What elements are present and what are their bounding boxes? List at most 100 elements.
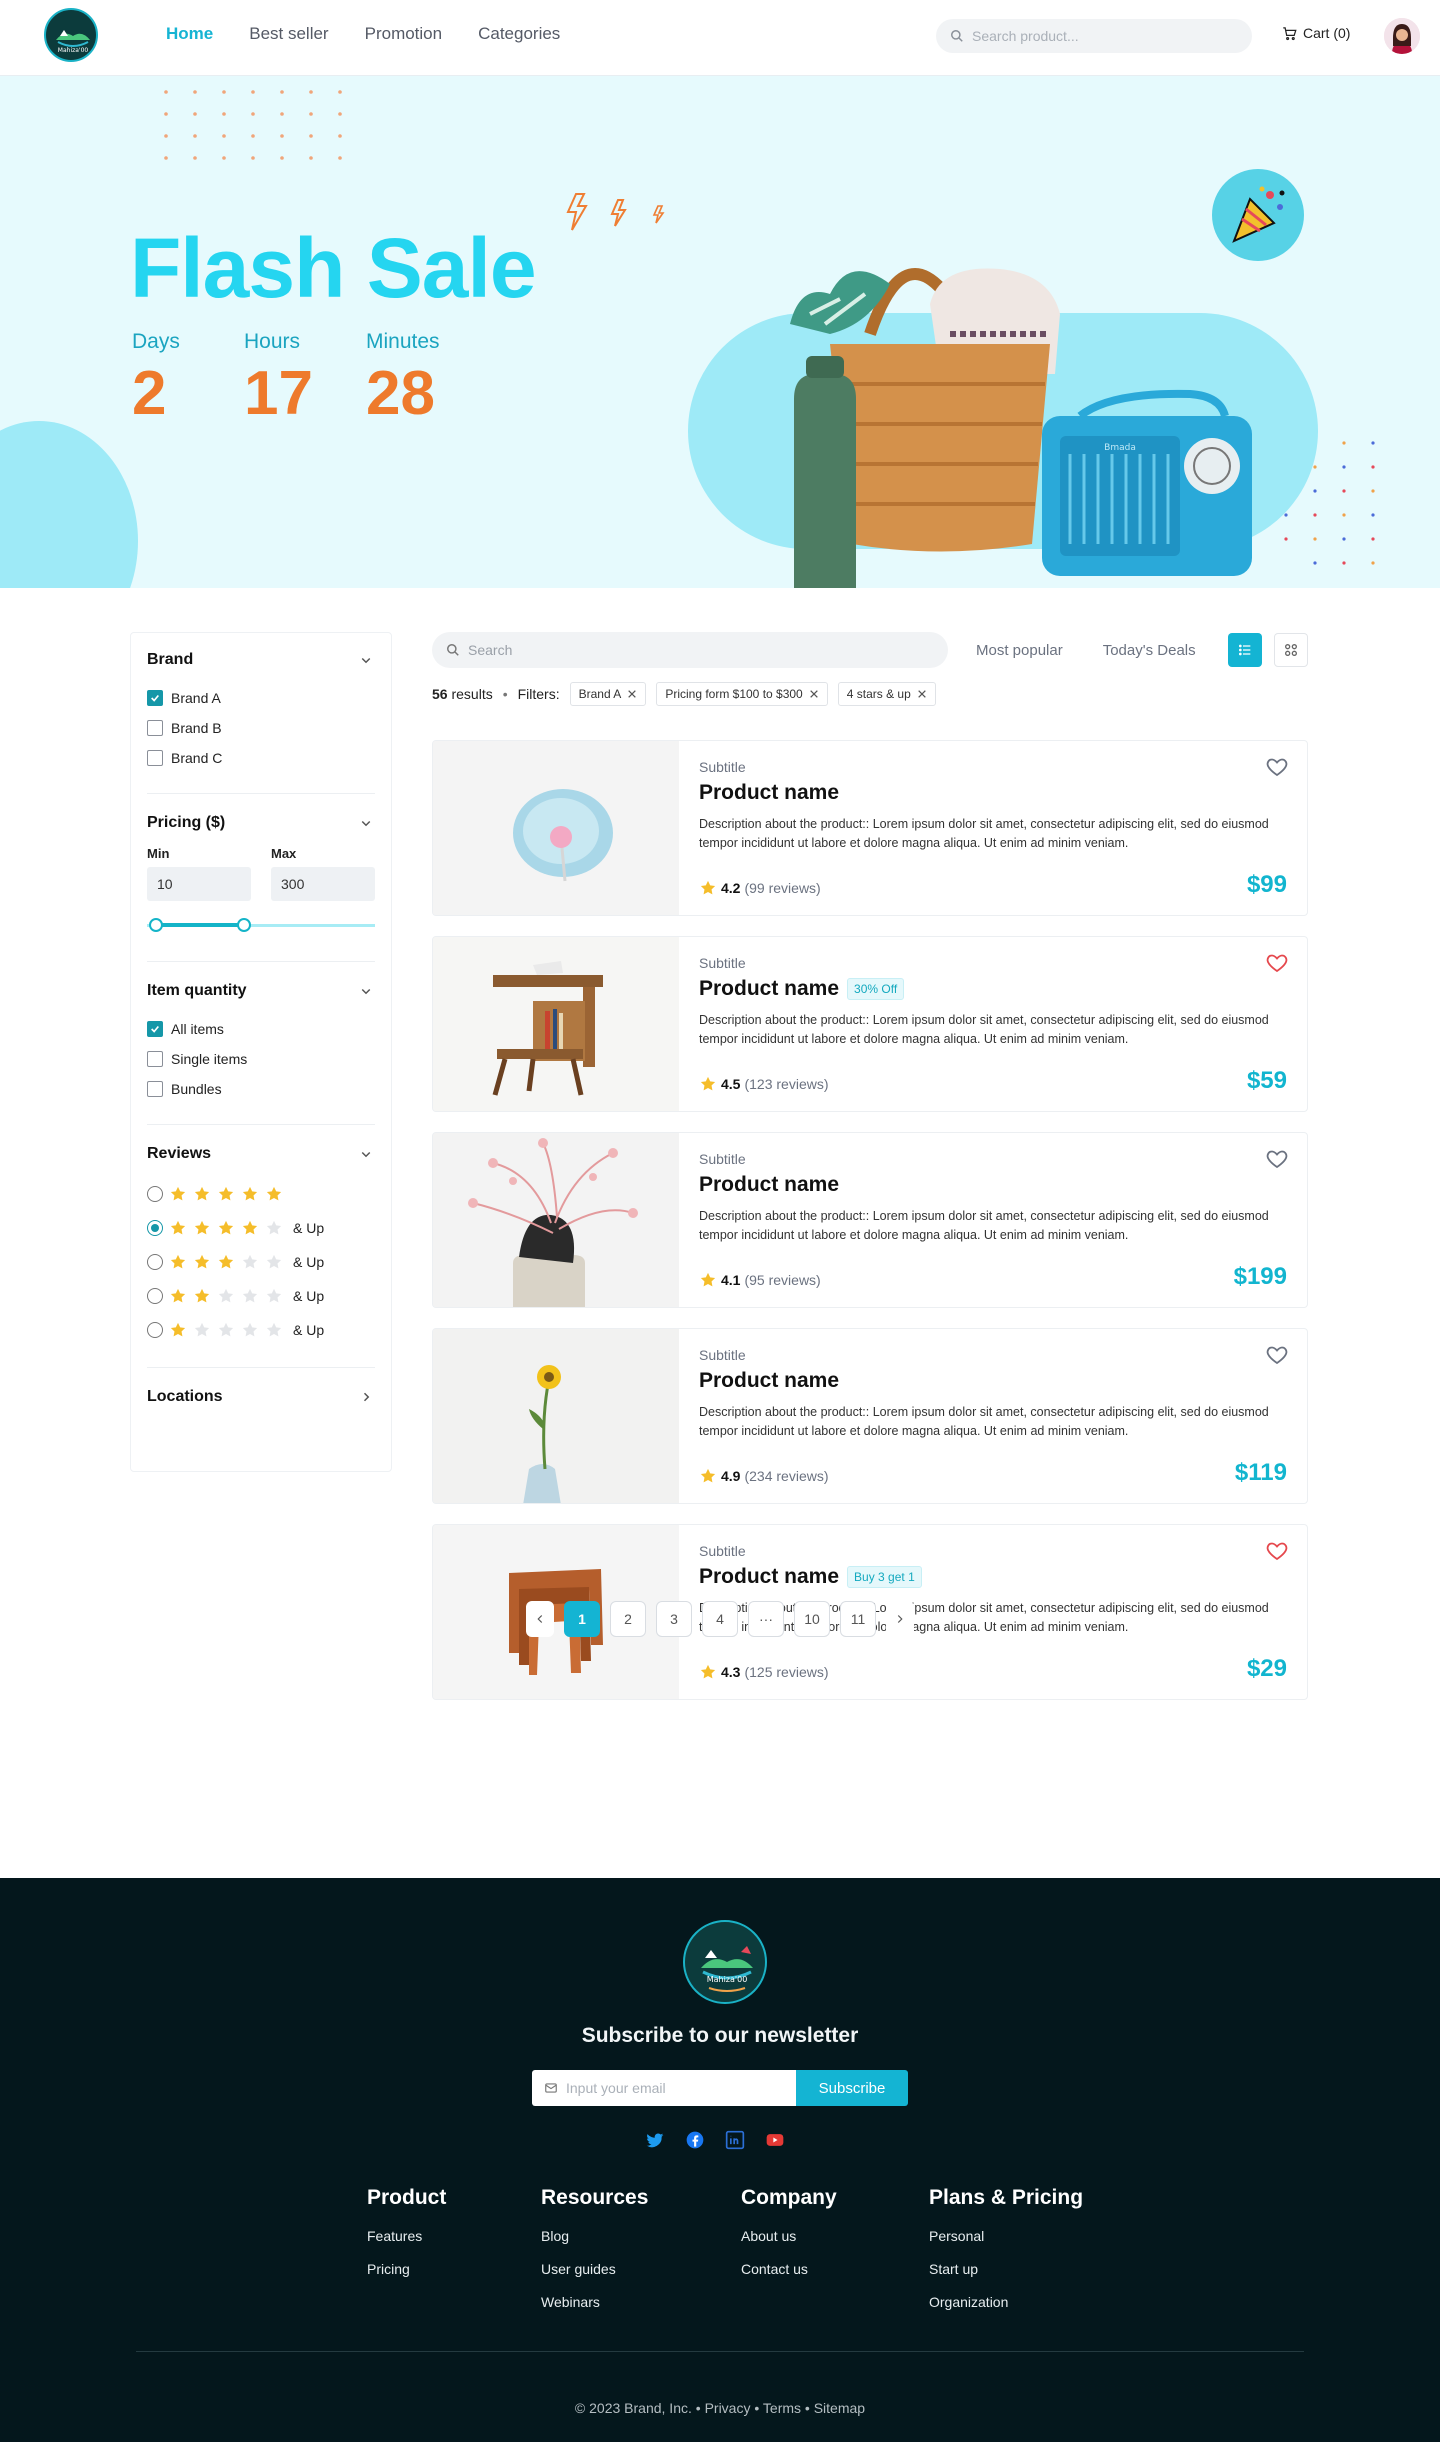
- product-card[interactable]: Subtitle Product name Description about …: [432, 740, 1308, 916]
- checkbox[interactable]: [147, 1051, 163, 1067]
- footer-link[interactable]: Webinars: [541, 2294, 741, 2310]
- checkbox-checked[interactable]: [147, 690, 163, 706]
- facebook-icon[interactable]: [685, 2130, 705, 2150]
- subscribe-button[interactable]: Subscribe: [796, 2070, 908, 2106]
- list-view-button[interactable]: [1228, 633, 1262, 667]
- slider-min-handle[interactable]: [149, 918, 163, 932]
- footer-link[interactable]: Features: [367, 2228, 541, 2244]
- next-page-button[interactable]: [886, 1601, 914, 1637]
- prev-page-button[interactable]: [526, 1601, 554, 1637]
- filter-chip[interactable]: 4 stars & up: [837, 682, 936, 706]
- privacy-link[interactable]: Privacy: [705, 2400, 751, 2416]
- product-card[interactable]: Subtitle Product name Description about …: [432, 1328, 1308, 1504]
- close-icon[interactable]: [917, 689, 927, 699]
- checkbox[interactable]: [147, 720, 163, 736]
- product-name[interactable]: Product name: [699, 781, 839, 805]
- page-button[interactable]: 2: [610, 1601, 646, 1637]
- radio[interactable]: [147, 1322, 163, 1338]
- product-card[interactable]: Subtitle Product name Description about …: [432, 1132, 1308, 1308]
- review-option-4-stars[interactable]: & Up: [147, 1211, 375, 1245]
- page-button[interactable]: 3: [656, 1601, 692, 1637]
- grid-view-button[interactable]: [1274, 633, 1308, 667]
- pricing-filter-header[interactable]: Pricing ($): [147, 814, 375, 832]
- footer-link[interactable]: Pricing: [367, 2261, 541, 2277]
- brand-filter-header[interactable]: Brand: [147, 651, 375, 669]
- review-option-1-stars[interactable]: & Up: [147, 1313, 375, 1347]
- tab-most-popular[interactable]: Most popular: [976, 642, 1063, 659]
- product-image[interactable]: [433, 1133, 679, 1307]
- page-button[interactable]: 1: [564, 1601, 600, 1637]
- reviews-filter-header[interactable]: Reviews: [147, 1145, 375, 1163]
- filters-label: Filters:: [517, 686, 560, 702]
- footer-link[interactable]: Blog: [541, 2228, 741, 2244]
- heart-icon[interactable]: [1265, 951, 1289, 975]
- close-icon[interactable]: [627, 689, 637, 699]
- page-button[interactable]: 4: [702, 1601, 738, 1637]
- checkbox-checked[interactable]: [147, 1021, 163, 1037]
- checkbox[interactable]: [147, 1081, 163, 1097]
- nav-home[interactable]: Home: [166, 24, 213, 44]
- radio[interactable]: [147, 1220, 163, 1236]
- header-search-input[interactable]: [972, 28, 1232, 44]
- product-image[interactable]: [433, 1329, 679, 1503]
- single-items-checkbox[interactable]: Single items: [147, 1044, 375, 1074]
- product-name[interactable]: Product name: [699, 1173, 839, 1197]
- review-option-5-stars[interactable]: [147, 1177, 375, 1211]
- footer-link[interactable]: User guides: [541, 2261, 741, 2277]
- youtube-icon[interactable]: [765, 2130, 785, 2150]
- product-image[interactable]: [433, 937, 679, 1111]
- footer-link[interactable]: Personal: [929, 2228, 1089, 2244]
- heart-icon[interactable]: [1265, 1147, 1289, 1171]
- avatar[interactable]: [1384, 18, 1420, 54]
- bundles-checkbox[interactable]: Bundles: [147, 1074, 375, 1104]
- review-option-3-stars[interactable]: & Up: [147, 1245, 375, 1279]
- filter-chip[interactable]: Pricing form $100 to $300: [656, 682, 828, 706]
- brand-filter: Brand Brand A Brand B Brand C: [147, 651, 375, 794]
- sitemap-link[interactable]: Sitemap: [814, 2400, 865, 2416]
- page-button[interactable]: 11: [840, 1601, 876, 1637]
- product-name[interactable]: Product name: [699, 977, 839, 1001]
- newsletter-email-input[interactable]: [566, 2080, 786, 2096]
- footer-link[interactable]: Start up: [929, 2261, 1089, 2277]
- nav-categories[interactable]: Categories: [478, 24, 560, 44]
- min-price-input[interactable]: 10: [147, 867, 251, 901]
- footer-link[interactable]: About us: [741, 2228, 929, 2244]
- radio[interactable]: [147, 1186, 163, 1202]
- terms-link[interactable]: Terms: [763, 2400, 801, 2416]
- nav-promotion[interactable]: Promotion: [365, 24, 442, 44]
- heart-icon[interactable]: [1265, 755, 1289, 779]
- product-image[interactable]: [433, 741, 679, 915]
- heart-icon[interactable]: [1265, 1539, 1289, 1563]
- footer-link[interactable]: Contact us: [741, 2261, 929, 2277]
- results-search-input[interactable]: [468, 642, 908, 658]
- tab-todays-deals[interactable]: Today's Deals: [1103, 642, 1196, 659]
- all-items-checkbox[interactable]: All items: [147, 1014, 375, 1044]
- brand-c-checkbox[interactable]: Brand C: [147, 743, 375, 773]
- max-price-input[interactable]: 300: [271, 867, 375, 901]
- review-option-2-stars[interactable]: & Up: [147, 1279, 375, 1313]
- footer-link[interactable]: Organization: [929, 2294, 1089, 2310]
- quantity-filter-header[interactable]: Item quantity: [147, 982, 375, 1000]
- slider-max-handle[interactable]: [237, 918, 251, 932]
- linkedin-icon[interactable]: [725, 2130, 745, 2150]
- product-name[interactable]: Product name: [699, 1369, 839, 1393]
- product-name[interactable]: Product name: [699, 1565, 839, 1589]
- heart-icon[interactable]: [1265, 1343, 1289, 1367]
- nav-best-seller[interactable]: Best seller: [249, 24, 328, 44]
- brand-a-checkbox[interactable]: Brand A: [147, 683, 375, 713]
- locations-filter-header[interactable]: Locations: [147, 1388, 375, 1406]
- radio[interactable]: [147, 1288, 163, 1304]
- filter-chip[interactable]: Brand A: [569, 682, 647, 706]
- footer-logo[interactable]: Mahiza'00: [683, 1920, 767, 2004]
- price-range-slider[interactable]: [147, 911, 375, 941]
- brand-logo[interactable]: Mahiza'00: [44, 8, 98, 62]
- page-button[interactable]: 10: [794, 1601, 830, 1637]
- twitter-icon[interactable]: [645, 2130, 665, 2150]
- radio[interactable]: [147, 1254, 163, 1270]
- close-icon[interactable]: [809, 689, 819, 699]
- cart-button[interactable]: Cart (0): [1282, 25, 1350, 41]
- page-button[interactable]: ···: [748, 1601, 784, 1637]
- checkbox[interactable]: [147, 750, 163, 766]
- brand-b-checkbox[interactable]: Brand B: [147, 713, 375, 743]
- product-card[interactable]: Subtitle Product name 30% Off Description…: [432, 936, 1308, 1112]
